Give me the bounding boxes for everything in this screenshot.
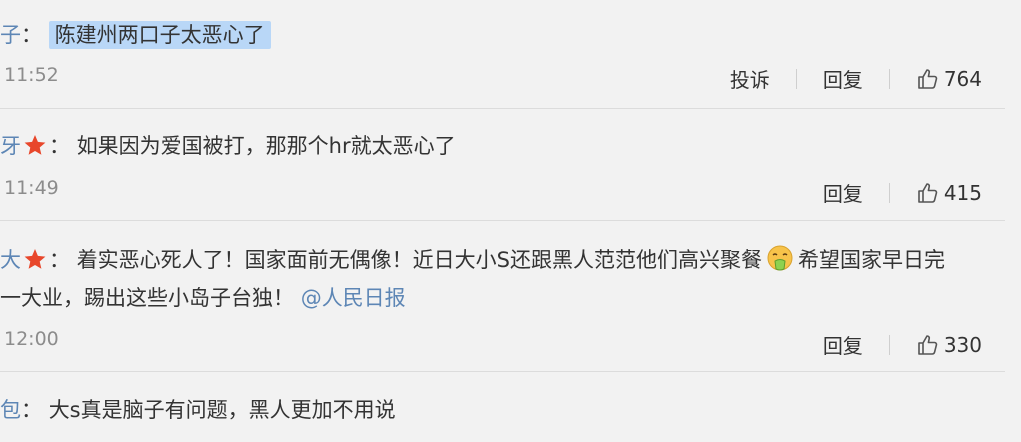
comment-separator: ： xyxy=(49,248,70,272)
comment-text: 如果因为爱国被打，那那个hr就太恶心了 xyxy=(76,134,456,158)
comment-text-part1: 着实恶心死人了！国家面前无偶像！近日大小S还跟黑人范范他们高兴聚餐 xyxy=(76,248,763,272)
comment-divider xyxy=(0,371,1005,372)
comment-separator: ： xyxy=(21,398,42,422)
comment-time: 12:00 xyxy=(4,328,59,350)
comment-2-line: 牙 ： 如果因为爱国被打，那那个hr就太恶心了 xyxy=(0,131,456,161)
comment-username[interactable]: 包 xyxy=(0,398,21,422)
comment-actions: 回复 330 xyxy=(823,330,982,359)
action-divider xyxy=(888,68,890,89)
comment-separator: ： xyxy=(49,134,70,158)
comment-4-line: 包： 大s真是脑子有问题，黑人更加不用说 xyxy=(0,395,396,425)
like-count: 415 xyxy=(943,180,982,205)
thumbs-up-icon xyxy=(918,68,938,89)
comment-text: 陈建州两口子太恶心了 xyxy=(48,21,271,49)
vomiting-face-emoji-icon xyxy=(767,245,793,271)
like-count: 330 xyxy=(943,332,982,357)
comment-text: 大s真是脑子有问题，黑人更加不用说 xyxy=(48,398,396,422)
comment-username[interactable]: 子 xyxy=(0,23,21,47)
like-button[interactable]: 330 xyxy=(916,333,982,357)
comment-separator: ： xyxy=(21,23,42,47)
comment-time: 11:52 xyxy=(4,64,59,86)
comment-1-line: 子： 陈建州两口子太恶心了 xyxy=(0,20,271,50)
comment-username[interactable]: 大 xyxy=(0,248,21,272)
reply-button[interactable]: 回复 xyxy=(823,330,863,359)
comment-actions: 回复 415 xyxy=(823,178,982,207)
comment-username[interactable]: 牙 xyxy=(0,134,21,158)
like-count: 764 xyxy=(943,66,982,91)
red-star-icon xyxy=(24,135,46,155)
reply-button[interactable]: 回复 xyxy=(823,64,863,93)
thumbs-up-icon xyxy=(918,182,938,203)
action-divider xyxy=(795,68,797,89)
report-button[interactable]: 投诉 xyxy=(730,64,770,93)
comment-3-line-2: 一大业，踢出这些小岛子台独！ @人民日报 xyxy=(0,283,406,313)
comment-3-line-1: 大 ： 着实恶心死人了！国家面前无偶像！近日大小S还跟黑人范范他们高兴聚餐 希望国家… xyxy=(0,245,945,275)
like-button[interactable]: 764 xyxy=(916,67,982,91)
like-button[interactable]: 415 xyxy=(916,181,982,205)
comment-text-line2: 一大业，踢出这些小岛子台独！ xyxy=(0,286,294,310)
thumbs-up-icon xyxy=(918,334,938,355)
red-star-icon xyxy=(24,249,46,269)
comment-divider xyxy=(0,220,1005,221)
comment-text-part2: 希望国家早日完 xyxy=(798,248,946,272)
reply-button[interactable]: 回复 xyxy=(823,178,863,207)
mention-link[interactable]: @人民日报 xyxy=(301,286,406,310)
comment-actions: 投诉 回复 764 xyxy=(730,64,982,93)
comment-time: 11:49 xyxy=(4,177,59,199)
action-divider xyxy=(888,334,890,355)
comment-divider xyxy=(0,108,1005,109)
action-divider xyxy=(888,182,890,203)
